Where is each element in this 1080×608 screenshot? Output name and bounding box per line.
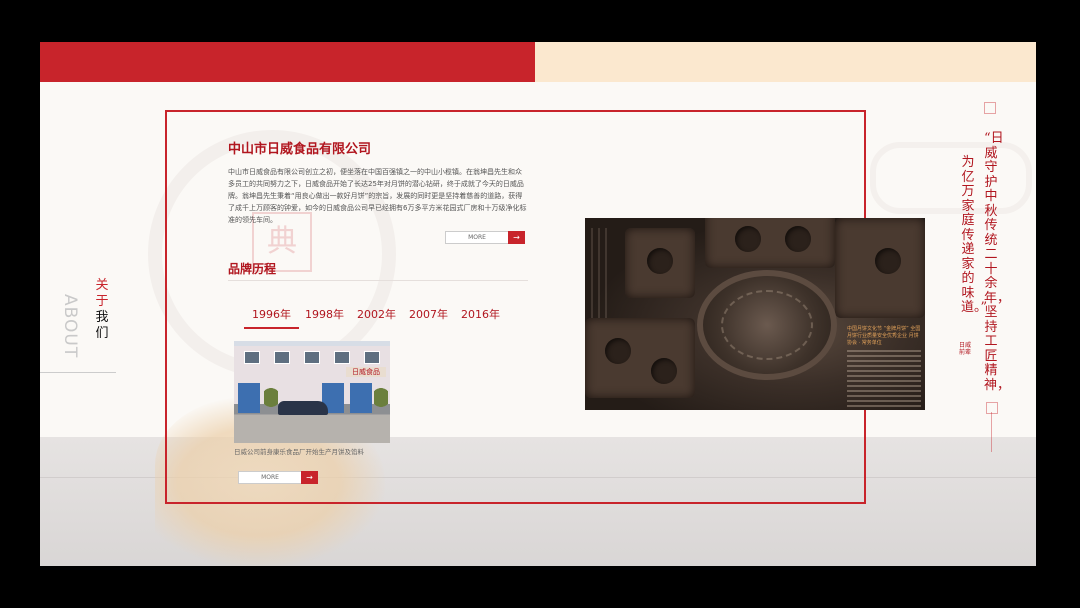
company-title: 中山市日威食品有限公司 [228,142,372,157]
car-icon [278,401,328,415]
history-divider [228,280,528,281]
history-title: 品牌历程 [228,262,277,276]
hero-poster-body [847,350,921,410]
tab-year-2016[interactable]: 2016年 [461,306,500,322]
hero-poster-text: 中国月饼文化节 “金牌月饼” 全国月饼行业质量安全优秀企业 月饼协会 · 常务单… [847,326,921,346]
tab-year-2007[interactable]: 2007年 [409,306,448,322]
poem-line-2: 为亿万家庭传递家的味道。” [961,155,988,315]
more-label: MORE [468,234,486,241]
arrow-right-icon: → [301,471,318,484]
about-title-black: 我们 [95,310,109,341]
photo-caption: 日威公司前身康乐食品厂开始生产月饼及馅料 [234,448,364,456]
hero-image-mooncake-molds: 中国月饼文化节 “金牌月饼” 全国月饼行业质量安全优秀企业 月饼协会 · 常务单… [585,218,925,410]
company-more-button[interactable]: MORE → [445,231,525,244]
about-title-en: ABOUT [60,294,80,359]
photo-sign: 日威食品 [346,367,386,377]
poem-line-1: “日威守护中秋传统二十余年，坚持工匠精神， [984,131,1011,393]
mooncake-mold-round [697,270,837,380]
tab-year-1998[interactable]: 1998年 [305,306,344,322]
about-title-cn: 关于我们 [94,278,110,342]
poem-corner-ornament-bottom [986,402,998,414]
header-bar-cream [535,42,1036,82]
poem-line-ornament [991,412,992,452]
poem-seal: 日威前辈 [958,342,971,356]
more-label: MORE [261,474,279,481]
arrow-right-icon: → [508,231,525,244]
about-title-red: 关于 [95,278,109,309]
company-description: 中山市日威食品有限公司创立之初，便坐落在中国百强镇之一的中山小榄镇。在翁坤昌先生… [228,168,527,224]
tab-year-1996[interactable]: 1996年 [244,306,299,329]
page-screen: 典 中山市日威食品有限公司 中山市日威食品有限公司创立之初，便坐落在中国百强镇之… [40,42,1036,566]
poem-corner-ornament [984,102,996,114]
background-cloud-ornament [870,142,1032,214]
about-divider [40,372,116,373]
header-bar-red [40,42,535,82]
history-more-button[interactable]: MORE → [238,471,318,484]
history-photo: 日威食品 [234,341,390,443]
tab-year-2002[interactable]: 2002年 [357,306,396,322]
